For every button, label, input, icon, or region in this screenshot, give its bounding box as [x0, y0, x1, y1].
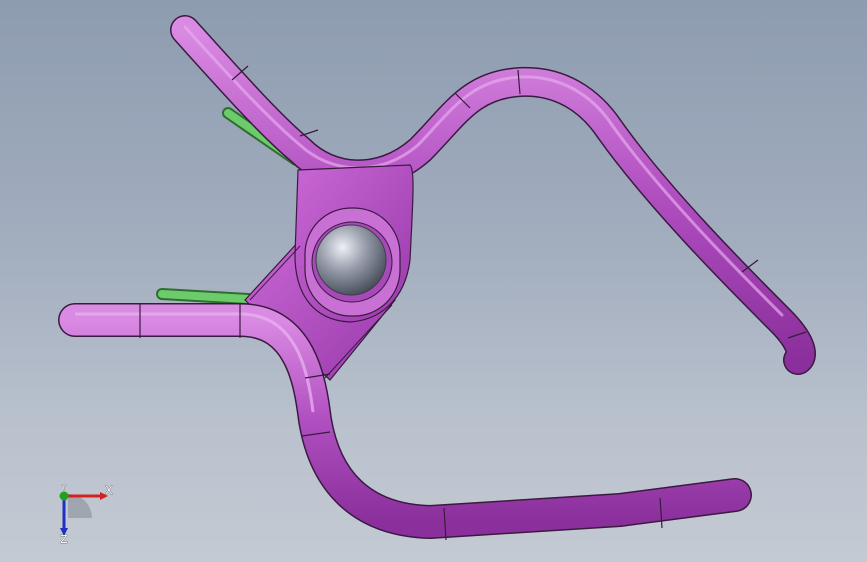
graphics-viewport[interactable]: X Y Z	[0, 0, 867, 562]
triad-plane-shading	[68, 494, 92, 518]
pivot-ball[interactable]	[315, 224, 387, 296]
axis-triad[interactable]: X Y Z	[50, 484, 120, 544]
lower-pin[interactable]	[156, 288, 254, 305]
y-axis-label: Y	[60, 484, 67, 493]
z-axis-label: Z	[60, 533, 68, 544]
x-axis-label: X	[105, 484, 113, 497]
clamp-model[interactable]	[0, 0, 867, 562]
lower-jaw-arm[interactable]	[58, 303, 752, 541]
